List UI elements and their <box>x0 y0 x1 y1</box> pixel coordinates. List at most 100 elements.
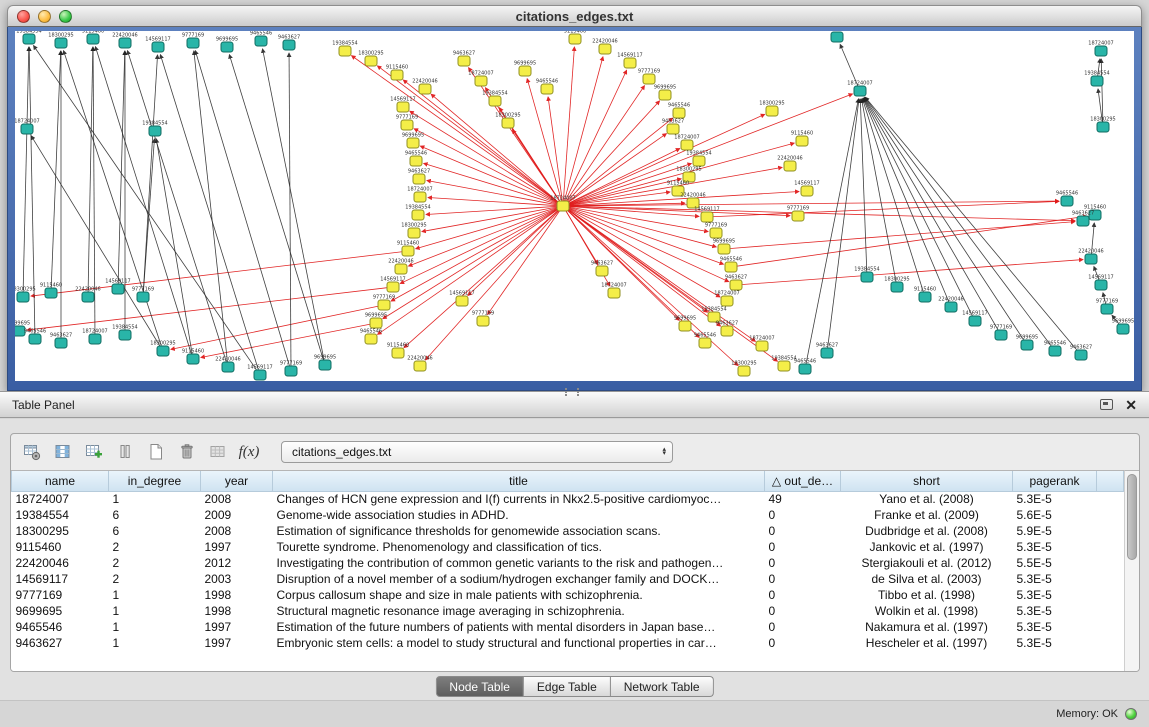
graph-edge[interactable] <box>51 51 60 288</box>
cell-pagerank[interactable]: 5.3E-5 <box>1013 635 1097 651</box>
function-builder-icon[interactable]: f(x) <box>236 439 262 465</box>
float-panel-icon[interactable] <box>1100 399 1113 410</box>
column-header-pagerank[interactable]: pagerank <box>1013 471 1097 491</box>
graph-edge[interactable] <box>512 130 560 202</box>
close-panel-icon[interactable]: ✕ <box>1125 398 1137 412</box>
column-header-year[interactable]: year <box>201 471 273 491</box>
graph-node[interactable]: 9463627 <box>453 51 475 67</box>
table-row[interactable]: 946362711997Embryonic stem cells: a mode… <box>12 635 1124 651</box>
cell-pagerank[interactable]: 5.3E-5 <box>1013 587 1097 603</box>
cell-pagerank[interactable]: 5.3E-5 <box>1013 603 1097 619</box>
table-scrollbar-thumb[interactable] <box>1127 474 1137 560</box>
graph-node[interactable]: 22420046 <box>412 79 437 95</box>
graph-node[interactable]: 18724007 <box>601 283 626 299</box>
cell-out_degree[interactable]: 0 <box>765 539 841 555</box>
graph-edge[interactable] <box>127 51 226 363</box>
graph-edge[interactable] <box>548 97 562 201</box>
cell-in_degree[interactable]: 2 <box>109 571 201 587</box>
graph-node[interactable]: 22420046 <box>592 39 617 55</box>
graph-edge[interactable] <box>568 207 708 232</box>
cell-pagerank[interactable]: 5.6E-5 <box>1013 507 1097 523</box>
graph-node[interactable]: 22420046 <box>388 259 413 275</box>
graph-node[interactable]: 18300295 <box>884 277 909 293</box>
cell-out_degree[interactable]: 49 <box>765 491 841 507</box>
splitter-grip[interactable] <box>565 388 579 396</box>
cell-out_degree[interactable]: 0 <box>765 603 841 619</box>
column-header-name[interactable]: name <box>12 471 109 491</box>
graph-node[interactable]: 9115460 <box>40 283 62 299</box>
graph-node[interactable]: 9463627 <box>816 343 838 359</box>
cell-in_degree[interactable]: 1 <box>109 635 201 651</box>
cell-pagerank[interactable]: 5.3E-5 <box>1013 571 1097 587</box>
cell-in_degree[interactable]: 6 <box>109 523 201 539</box>
cell-in_degree[interactable]: 2 <box>109 555 201 571</box>
graph-edge[interactable] <box>156 139 192 354</box>
cell-year[interactable]: 1997 <box>201 539 273 555</box>
graph-node[interactable]: 18300295 <box>1090 117 1115 133</box>
graph-edge[interactable] <box>263 49 324 360</box>
graph-node[interactable]: 19384554 <box>16 31 41 44</box>
cell-short[interactable]: Jankovic et al. (1997) <box>841 539 1013 555</box>
cell-in_degree[interactable]: 6 <box>109 507 201 523</box>
graph-node[interactable]: 18300295 <box>15 287 36 303</box>
graph-node[interactable]: 22420046 <box>75 287 100 303</box>
cell-short[interactable]: Wolkin et al. (1998) <box>841 603 1013 619</box>
graph-edge[interactable] <box>568 192 670 205</box>
graph-node[interactable]: 9465546 <box>360 329 382 345</box>
graph-edge[interactable] <box>488 210 561 314</box>
graph-edge[interactable] <box>143 55 157 292</box>
table-settings-icon[interactable] <box>19 439 45 465</box>
graph-node[interactable]: 9465546 <box>1056 191 1078 207</box>
graph-node[interactable]: 14569117 <box>247 365 272 381</box>
cell-in_degree[interactable]: 1 <box>109 603 201 619</box>
graph-node[interactable]: 9777169 <box>990 325 1012 341</box>
graph-edge[interactable] <box>568 206 790 215</box>
graph-edge[interactable] <box>563 47 574 201</box>
graph-node[interactable]: 9115460 <box>386 65 408 81</box>
graph-node[interactable]: 19384554 <box>854 267 879 283</box>
table-select-dropdown[interactable]: citations_edges.txt ▴▾ <box>281 441 673 463</box>
cell-in_degree[interactable]: 2 <box>109 539 201 555</box>
graph-edge[interactable] <box>27 288 388 330</box>
graph-node[interactable]: 9465546 <box>24 329 46 345</box>
graph-edge[interactable] <box>95 47 191 355</box>
cell-short[interactable]: Yano et al. (2008) <box>841 491 1013 507</box>
cell-out_degree[interactable]: 0 <box>765 619 841 635</box>
graph-node[interactable]: 9115460 <box>397 241 419 257</box>
select-columns-icon[interactable] <box>50 439 76 465</box>
cell-year[interactable]: 2003 <box>201 571 273 587</box>
cell-out_degree[interactable]: 0 <box>765 635 841 651</box>
graph-node[interactable]: 9463627 <box>50 333 72 349</box>
table-row[interactable]: 2242004622012Investigating the contribut… <box>12 555 1124 571</box>
minimize-button[interactable] <box>38 10 51 23</box>
graph-node[interactable]: 19384554 <box>482 91 507 107</box>
graph-node[interactable]: 18300295 <box>731 361 756 377</box>
graph-edge[interactable] <box>118 51 125 284</box>
graph-edge[interactable] <box>862 99 923 293</box>
graph-node[interactable]: 9115460 <box>914 287 936 303</box>
cell-name[interactable]: 14569117 <box>12 571 109 587</box>
table-row[interactable]: 1872400712008Changes of HCN gene express… <box>12 491 1124 507</box>
graph-node[interactable]: 18300295 <box>401 223 426 239</box>
graph-node[interactable]: 14569117 <box>694 207 719 223</box>
graph-node[interactable]: 9463627 <box>716 321 738 337</box>
cell-out_degree[interactable]: 0 <box>765 571 841 587</box>
edit-table-icon[interactable] <box>81 439 107 465</box>
table-row[interactable]: 1830029562008Estimation of significance … <box>12 523 1124 539</box>
graph-node[interactable]: 9463627 <box>725 275 747 291</box>
graph-edge[interactable] <box>403 80 559 203</box>
graph-node[interactable]: 14569117 <box>617 53 642 69</box>
graph-edge[interactable] <box>88 47 93 292</box>
graph-node[interactable]: 18300295 <box>495 113 520 129</box>
cell-title[interactable]: Genome-wide association studies in ADHD. <box>273 507 765 523</box>
graph-node[interactable]: 22420046 <box>112 33 137 49</box>
graph-edge[interactable] <box>568 208 724 265</box>
graph-node[interactable]: 9463627 <box>591 261 613 277</box>
graph-edge[interactable] <box>736 216 1087 266</box>
cell-title[interactable]: Estimation of the future numbers of pati… <box>273 619 765 635</box>
graph-edge[interactable] <box>568 206 1075 221</box>
cell-year[interactable]: 1998 <box>201 587 273 603</box>
graph-edge[interactable] <box>828 99 859 348</box>
graph-node[interactable]: 9465546 <box>1044 341 1066 357</box>
graph-edge[interactable] <box>404 209 559 347</box>
